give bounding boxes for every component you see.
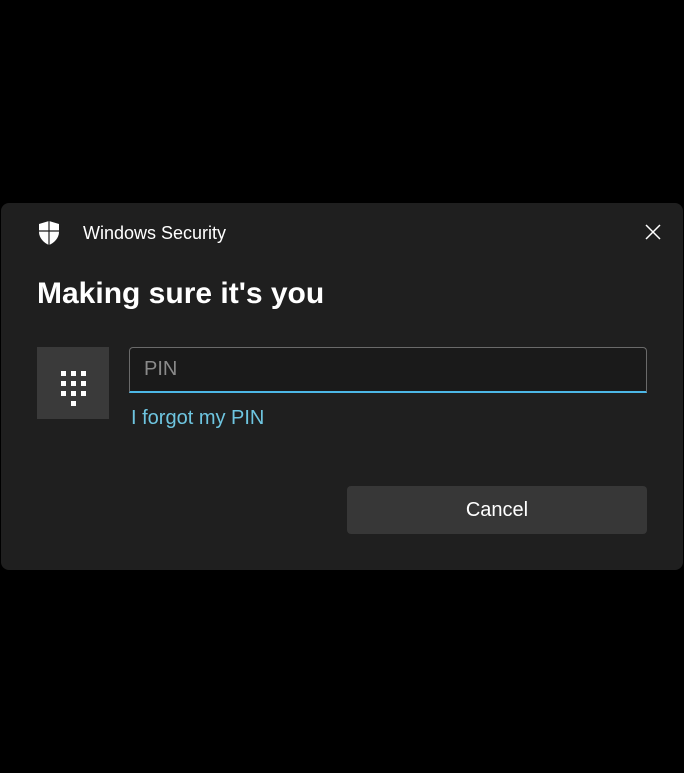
keypad-icon xyxy=(61,371,86,396)
forgot-pin-link[interactable]: I forgot my PIN xyxy=(129,407,647,430)
windows-security-dialog: Windows Security Making sure it's you I … xyxy=(1,203,683,570)
dialog-heading: Making sure it's you xyxy=(37,277,647,311)
pin-row: I forgot my PIN xyxy=(37,347,647,430)
dialog-header: Windows Security xyxy=(37,221,647,245)
pin-input[interactable] xyxy=(129,347,647,393)
keypad-tile xyxy=(37,347,109,419)
button-row: Cancel xyxy=(37,486,647,534)
pin-column: I forgot my PIN xyxy=(129,347,647,430)
cancel-button[interactable]: Cancel xyxy=(347,486,647,534)
close-icon xyxy=(645,224,661,243)
window-title: Windows Security xyxy=(83,223,226,244)
shield-icon xyxy=(37,221,61,245)
